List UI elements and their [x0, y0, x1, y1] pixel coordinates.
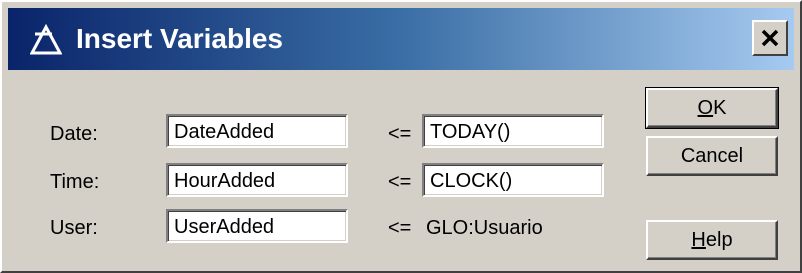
time-variable-input[interactable]	[166, 163, 348, 197]
date-variable-input[interactable]	[166, 114, 348, 148]
help-button[interactable]: Help	[646, 220, 778, 260]
insert-variables-dialog: Insert Variables Date: <= Time: <= User:…	[0, 0, 802, 273]
user-assign-operator: <=	[388, 217, 412, 239]
user-source-text: GLO:Usuario	[426, 217, 543, 239]
ok-button[interactable]: OK	[645, 87, 779, 129]
help-label-rest: elp	[705, 229, 733, 251]
time-label: Time:	[50, 171, 100, 193]
date-label: Date:	[50, 123, 98, 145]
cancel-label: Cancel	[680, 145, 744, 167]
ok-label-rest: K	[713, 97, 727, 119]
dialog-title: Insert Variables	[76, 23, 284, 54]
time-assign-operator: <=	[388, 171, 412, 193]
time-source-input[interactable]	[422, 163, 604, 197]
delta-app-icon	[29, 23, 63, 56]
user-label: User:	[50, 217, 98, 239]
close-button[interactable]	[752, 20, 788, 56]
title-bar[interactable]: Insert Variables	[8, 8, 794, 70]
cancel-button[interactable]: Cancel	[646, 136, 778, 176]
user-variable-input[interactable]	[166, 209, 348, 243]
date-assign-operator: <=	[388, 123, 412, 145]
ok-mnemonic: O	[697, 97, 714, 119]
date-source-input[interactable]	[422, 114, 604, 148]
help-mnemonic: H	[691, 229, 706, 251]
